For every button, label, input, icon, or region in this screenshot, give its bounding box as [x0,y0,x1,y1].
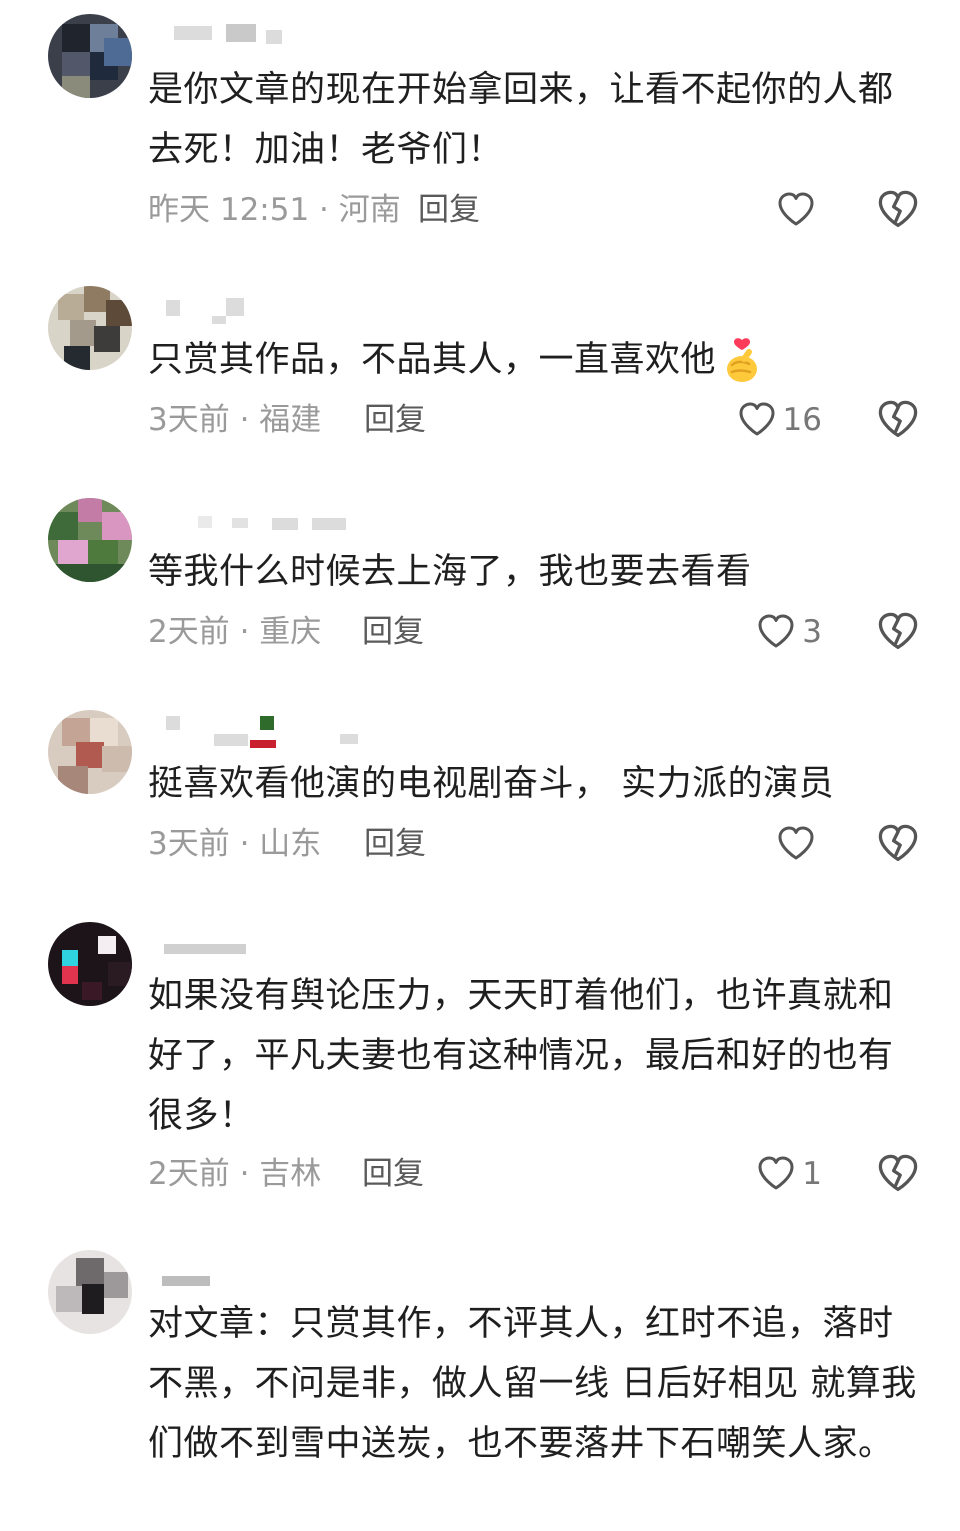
comment-text-content: 只赏其作品，不品其人，一直喜欢他 [148,340,717,380]
comment-text: 只赏其作品，不品其人，一直喜欢他 [148,330,928,390]
avatar[interactable] [48,286,132,370]
avatar[interactable] [48,922,132,1006]
comment-meta: 2天前 · 吉林 [148,1156,322,1192]
reply-button[interactable]: 回复 [418,188,480,232]
reply-button[interactable]: 回复 [362,1152,424,1196]
dislike-button[interactable] [876,822,920,866]
username[interactable] [162,928,382,958]
reply-button[interactable]: 回复 [364,398,426,442]
username[interactable] [162,1256,382,1286]
comment-text: 等我什么时候去上海了，我也要去看看 [148,552,752,592]
like-count: 3 [802,614,822,650]
like-button[interactable]: 16 [737,398,822,442]
broken-heart-outline-icon [878,190,918,228]
reply-button[interactable]: 回复 [364,822,426,866]
comment-text: 如果没有舆论压力，天天盯着他们，也许真就和好了，平凡夫妻也有这种情况，最后和好的… [148,976,894,1136]
dislike-button[interactable] [876,398,920,442]
avatar[interactable] [48,1250,132,1334]
broken-heart-outline-icon [878,612,918,650]
username[interactable] [162,292,382,324]
comment-text: 对文章：只赏其作，不评其人，红时不追，落时不黑，不问是非，做人留一线 日后好相见… [148,1304,917,1464]
dislike-button[interactable] [876,1152,920,1196]
broken-heart-outline-icon [878,824,918,862]
heart-outline-icon [758,1156,794,1190]
like-button[interactable]: 1 [756,1152,822,1196]
like-button[interactable] [776,188,822,232]
heart-outline-icon [739,402,775,436]
like-count: 1 [802,1156,822,1192]
finger-heart-emoji [727,338,758,382]
comment-meta: 昨天 12:51 · 河南 [148,192,401,228]
broken-heart-outline-icon [878,400,918,438]
username[interactable] [162,504,382,534]
avatar[interactable] [48,14,132,98]
avatar[interactable] [48,710,132,794]
comment-text: 挺喜欢看他演的电视剧奋斗， 实力派的演员 [148,764,835,804]
avatar[interactable] [48,498,132,582]
username[interactable] [162,716,382,748]
broken-heart-outline-icon [878,1154,918,1192]
dislike-button[interactable] [876,188,920,232]
like-button[interactable]: 3 [756,610,822,654]
username[interactable] [162,20,382,50]
comment-meta: 2天前 · 重庆 [148,614,322,650]
heart-outline-icon [778,826,814,860]
dislike-button[interactable] [876,610,920,654]
comment-meta: 3天前 · 山东 [148,826,322,862]
reply-button[interactable]: 回复 [362,610,424,654]
heart-outline-icon [758,614,794,648]
comment-meta: 3天前 · 福建 [148,402,322,438]
comment-text: 是你文章的现在开始拿回来，让看不起你的人都去死！加油！老爷们！ [148,70,894,170]
heart-outline-icon [778,192,814,226]
like-button[interactable] [776,822,822,866]
like-count: 16 [782,402,822,438]
